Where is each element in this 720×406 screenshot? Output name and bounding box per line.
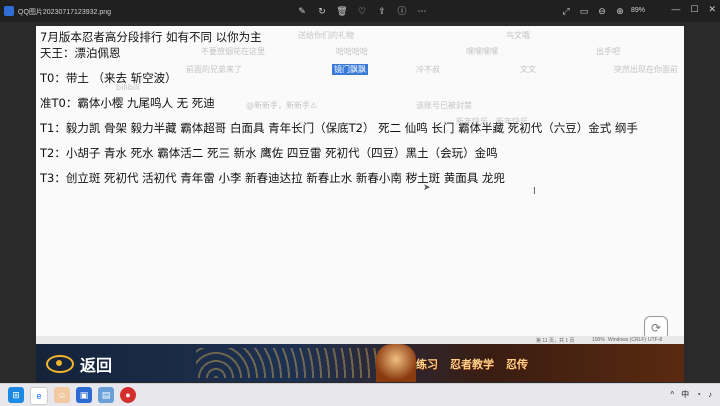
back-label: 返回 bbox=[80, 356, 113, 375]
favorite-icon[interactable]: ♡ bbox=[356, 5, 368, 17]
danmaku-comment: 镜门飘飘 bbox=[332, 64, 368, 75]
doc-line: T3：创立斑 死初代 活初代 青年雷 小李 新春迪达拉 新春止水 新春小南 秽土… bbox=[40, 171, 505, 185]
character-portrait bbox=[376, 344, 416, 382]
game-banner: 返回 练习 忍者教学 忍传 bbox=[36, 344, 684, 382]
avatar-app-icon[interactable]: ☺ bbox=[54, 387, 70, 403]
eye-icon bbox=[46, 355, 74, 373]
record-icon[interactable]: ● bbox=[120, 387, 136, 403]
game-menu: 练习 忍者教学 忍传 bbox=[416, 356, 528, 372]
doc-line: 准T0：霸体小樱 九尾鸣人 无 死迪 bbox=[40, 96, 215, 110]
wave-pattern bbox=[196, 348, 406, 378]
danmaku-comment: 新年快乐，新年快乐 bbox=[456, 117, 528, 126]
window-controls: — ☐ ✕ bbox=[671, 4, 716, 15]
chevron-up-icon[interactable]: ^ bbox=[670, 390, 674, 399]
status-page: 第 11 页，共 1 页 bbox=[536, 338, 575, 344]
image-canvas[interactable]: 7月版本忍者高分段排行 如有不同 以你为主 天王：漂泊佩恩 T0：带土 （来去 … bbox=[0, 22, 720, 383]
file-explorer-icon[interactable]: ▤ bbox=[98, 387, 114, 403]
viewer-toolbar: ✎ ↻ 🗑 ♡ ⇪ ⓘ ⋯ bbox=[296, 4, 428, 18]
slideshow-icon[interactable]: ▭ bbox=[578, 5, 590, 17]
screenshot-image: 7月版本忍者高分段排行 如有不同 以你为主 天王：漂泊佩恩 T0：带土 （来去 … bbox=[36, 26, 684, 382]
maximize-icon[interactable]: ☐ bbox=[690, 4, 698, 15]
danmaku-comment: 突然出现在你面前 bbox=[614, 65, 678, 74]
status-eol: Windows (CRLF) bbox=[608, 337, 647, 343]
zoom-level: 89% bbox=[631, 7, 646, 14]
ime-indicator[interactable]: 中 bbox=[681, 389, 689, 400]
danmaku-comment: @新新手，新新手⚠ bbox=[246, 101, 318, 110]
status-encoding: UTF-8 bbox=[648, 337, 663, 343]
doc-line: T2：小胡子 青水 死水 霸体活二 死三 新水 鹰佐 四豆雷 死初代（四豆）黑土… bbox=[40, 146, 498, 160]
zoom-in-icon[interactable]: ⊕ bbox=[614, 5, 626, 17]
windows-start-icon[interactable]: ⊞ bbox=[8, 387, 24, 403]
photos-app-icon bbox=[4, 6, 14, 16]
text-cursor-icon: I bbox=[533, 186, 536, 197]
zoom-out-icon[interactable]: ⊖ bbox=[596, 5, 608, 17]
mouse-cursor-icon: ➤ bbox=[423, 182, 431, 192]
window-title: QQ图片20230717123932.png bbox=[18, 9, 112, 16]
wifi-icon[interactable]: ◔ bbox=[696, 390, 701, 399]
danmaku-comment: 冷不叔 bbox=[416, 65, 440, 74]
fullscreen-icon[interactable]: ⤢ bbox=[560, 5, 572, 17]
rotate-icon[interactable]: ↻ bbox=[316, 5, 328, 17]
danmaku-comment: 嘿嘿嘿嘿 bbox=[466, 47, 498, 56]
minimize-icon[interactable]: — bbox=[671, 4, 680, 15]
danmaku-comment: 该账号已被封禁 bbox=[416, 101, 472, 110]
more-icon[interactable]: ⋯ bbox=[416, 5, 428, 17]
photos-taskbar-icon[interactable]: ▣ bbox=[76, 387, 92, 403]
danmaku-comment: bilibili bbox=[116, 83, 140, 92]
danmaku-comment: 前面的兄弟来了 bbox=[186, 65, 242, 74]
status-zoom: 100% bbox=[592, 337, 605, 343]
edge-browser-icon[interactable]: e bbox=[30, 387, 48, 405]
danmaku-comment: 鸟文哦 bbox=[506, 31, 530, 40]
info-icon[interactable]: ⓘ bbox=[396, 5, 408, 17]
taskbar: ⊞ e ☺ ▣ ▤ ● ^ 中 ◔ ♪ bbox=[0, 383, 720, 406]
danmaku-comment: 不要放烟花在这里 bbox=[201, 47, 265, 56]
danmaku-comment: 出手吧 bbox=[596, 47, 620, 56]
doc-line: T1：毅力凯 骨架 毅力半藏 霸体超哥 白面具 青年长门（保底T2） 死二 仙鸣… bbox=[40, 121, 638, 135]
menu-practice[interactable]: 练习 bbox=[416, 356, 438, 372]
share-icon[interactable]: ⇪ bbox=[376, 5, 388, 17]
edit-icon[interactable]: ✎ bbox=[296, 5, 308, 17]
editor-status-bar: 第 11 页，共 1 页 100% Windows (CRLF) UTF-8 bbox=[36, 336, 684, 344]
taskbar-icons: ⊞ e ☺ ▣ ▤ ● bbox=[8, 387, 136, 405]
system-tray: ^ 中 ◔ ♪ bbox=[670, 389, 712, 400]
viewer-right-tools: ⤢ ▭ ⊖ ⊕ bbox=[560, 4, 626, 18]
delete-icon[interactable]: 🗑 bbox=[336, 5, 348, 17]
danmaku-comment: 送给你们的礼物 bbox=[298, 31, 354, 40]
menu-ninja-story[interactable]: 忍传 bbox=[506, 356, 528, 372]
close-icon[interactable]: ✕ bbox=[708, 4, 716, 15]
volume-icon[interactable]: ♪ bbox=[708, 390, 712, 399]
menu-ninja-tutorial[interactable]: 忍者教学 bbox=[450, 356, 494, 372]
danmaku-comment: 文文 bbox=[520, 65, 536, 74]
danmaku-comment: 哈哈哈哈 bbox=[336, 47, 368, 56]
game-back-button[interactable]: 返回 bbox=[46, 352, 112, 376]
title-bar: QQ图片20230717123932.png ✎ ↻ 🗑 ♡ ⇪ ⓘ ⋯ ⤢ ▭… bbox=[0, 0, 720, 22]
